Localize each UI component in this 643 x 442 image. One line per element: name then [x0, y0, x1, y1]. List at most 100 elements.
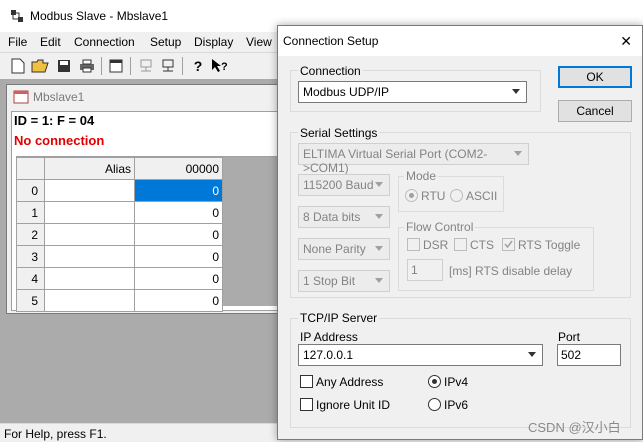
- chevron-down-icon: [375, 214, 383, 219]
- column-header-address: 00000: [134, 157, 223, 180]
- toolbar-separator: [182, 57, 183, 75]
- ip-address-label: IP Address: [300, 330, 358, 344]
- app-icon: [11, 10, 23, 22]
- disconnect-icon[interactable]: [158, 56, 178, 76]
- alias-cell[interactable]: [44, 223, 135, 246]
- chevron-down-icon: [528, 352, 536, 357]
- child-window: Mbslave1 ID = 1: F = 04 No connection Al…: [6, 84, 291, 314]
- open-folder-icon[interactable]: [30, 56, 50, 76]
- dsr-checkbox[interactable]: [407, 238, 420, 251]
- checkmark-icon: [504, 240, 513, 249]
- rtu-radio[interactable]: [405, 189, 418, 202]
- ipv6-radio[interactable]: [428, 398, 441, 411]
- new-file-icon[interactable]: [8, 56, 28, 76]
- value-cell[interactable]: 0: [134, 289, 223, 312]
- child-window-body: ID = 1: F = 04 No connection Alias 00000…: [11, 111, 287, 312]
- flow-control-label: Flow Control: [404, 220, 476, 234]
- table-row: 3 0: [16, 245, 223, 268]
- any-address-checkbox[interactable]: [300, 375, 313, 388]
- dialog-title: Connection Setup: [283, 34, 379, 48]
- context-help-icon[interactable]: ?: [210, 56, 230, 76]
- stop-bits-select[interactable]: 1 Stop Bit: [298, 270, 390, 292]
- ascii-radio[interactable]: [450, 189, 463, 202]
- chevron-down-icon: [375, 182, 383, 187]
- rts-delay-label: [ms] RTS disable delay: [449, 264, 573, 278]
- row-index: 0: [16, 179, 45, 202]
- connection-status: No connection: [14, 133, 105, 148]
- port-input[interactable]: 502: [557, 344, 621, 366]
- value-cell[interactable]: 0: [134, 267, 223, 290]
- child-title-bar: Mbslave1: [7, 85, 290, 109]
- ok-button[interactable]: OK: [558, 66, 632, 88]
- tcp-ip-server-label: TCP/IP Server: [298, 311, 380, 325]
- ipv4-radio[interactable]: [428, 375, 441, 388]
- connection-setup-dialog: Connection Setup ✕ Connection Modbus UDP…: [277, 25, 643, 440]
- menu-file[interactable]: File: [8, 35, 27, 49]
- cancel-button[interactable]: Cancel: [558, 100, 632, 122]
- register-grid: Alias 00000 0 0 1 0 2 0 3 0 4 0 5 0: [16, 156, 284, 312]
- window-icon[interactable]: [106, 56, 126, 76]
- toolbar-separator: [130, 57, 131, 75]
- port-label: Port: [558, 330, 581, 344]
- data-bits-value: 8 Data bits: [303, 210, 361, 224]
- table-row: 4 0: [16, 267, 223, 290]
- child-window-title: Mbslave1: [33, 90, 85, 104]
- parity-select[interactable]: None Parity: [298, 238, 390, 260]
- baud-rate-value: 115200 Baud: [303, 178, 374, 192]
- table-row: 5 0: [16, 289, 223, 312]
- value-cell[interactable]: 0: [134, 223, 223, 246]
- column-header-alias: Alias: [44, 157, 135, 180]
- serial-settings-label: Serial Settings: [298, 126, 380, 140]
- row-index: 5: [16, 289, 45, 312]
- table-row: 2 0: [16, 223, 223, 246]
- rtu-label: RTU: [421, 189, 446, 203]
- ipv4-label: IPv4: [444, 375, 469, 389]
- rts-toggle-checkbox[interactable]: [502, 238, 515, 251]
- close-icon[interactable]: ✕: [620, 33, 632, 50]
- connection-group-label: Connection: [298, 64, 363, 78]
- menu-edit[interactable]: Edit: [40, 35, 61, 49]
- dsr-label: DSR: [423, 238, 449, 252]
- print-icon[interactable]: [77, 56, 97, 76]
- row-index: 4: [16, 267, 45, 290]
- value-cell[interactable]: 0: [134, 245, 223, 268]
- alias-cell[interactable]: [44, 245, 135, 268]
- menu-setup[interactable]: Setup: [150, 35, 181, 49]
- corner-header: [16, 157, 45, 180]
- radio-dot: [432, 379, 437, 384]
- save-icon[interactable]: [54, 56, 74, 76]
- help-icon[interactable]: ?: [188, 56, 208, 76]
- document-icon: [13, 90, 29, 104]
- table-row: 1 0: [16, 201, 223, 224]
- baud-rate-select[interactable]: 115200 Baud: [298, 174, 390, 196]
- serial-port-select[interactable]: ELTIMA Virtual Serial Port (COM2->COM1): [298, 143, 529, 175]
- menu-view[interactable]: View: [246, 35, 272, 49]
- alias-cell[interactable]: [44, 267, 135, 290]
- alias-cell[interactable]: [44, 179, 135, 202]
- menu-display[interactable]: Display: [194, 35, 233, 49]
- table-row: 0 0: [16, 179, 223, 202]
- stop-bits-value: 1 Stop Bit: [303, 274, 356, 288]
- dialog-title-bar: Connection Setup ✕: [278, 26, 642, 56]
- alias-cell[interactable]: [44, 201, 135, 224]
- connection-type-select[interactable]: Modbus UDP/IP: [298, 81, 527, 103]
- radio-dot: [409, 193, 414, 198]
- rts-delay-input[interactable]: 1: [407, 259, 443, 281]
- ip-address-select[interactable]: 127.0.0.1: [298, 344, 543, 366]
- data-bits-select[interactable]: 8 Data bits: [298, 206, 390, 228]
- value-cell[interactable]: 0: [134, 201, 223, 224]
- ignore-unit-id-checkbox[interactable]: [300, 398, 313, 411]
- ipv6-label: IPv6: [444, 398, 469, 412]
- parity-value: None Parity: [303, 242, 366, 256]
- alias-cell[interactable]: [44, 289, 135, 312]
- cts-checkbox[interactable]: [454, 238, 467, 251]
- toolbar-separator: [101, 57, 102, 75]
- ip-address-value: 127.0.0.1: [303, 348, 354, 362]
- row-index: 2: [16, 223, 45, 246]
- window-title: Modbus Slave - Mbslave1: [30, 9, 169, 23]
- value-cell[interactable]: 0: [134, 179, 223, 202]
- connect-icon[interactable]: [136, 56, 156, 76]
- menu-connection[interactable]: Connection: [74, 35, 135, 49]
- chevron-down-icon: [375, 246, 383, 251]
- rts-toggle-label: RTS Toggle: [518, 238, 581, 252]
